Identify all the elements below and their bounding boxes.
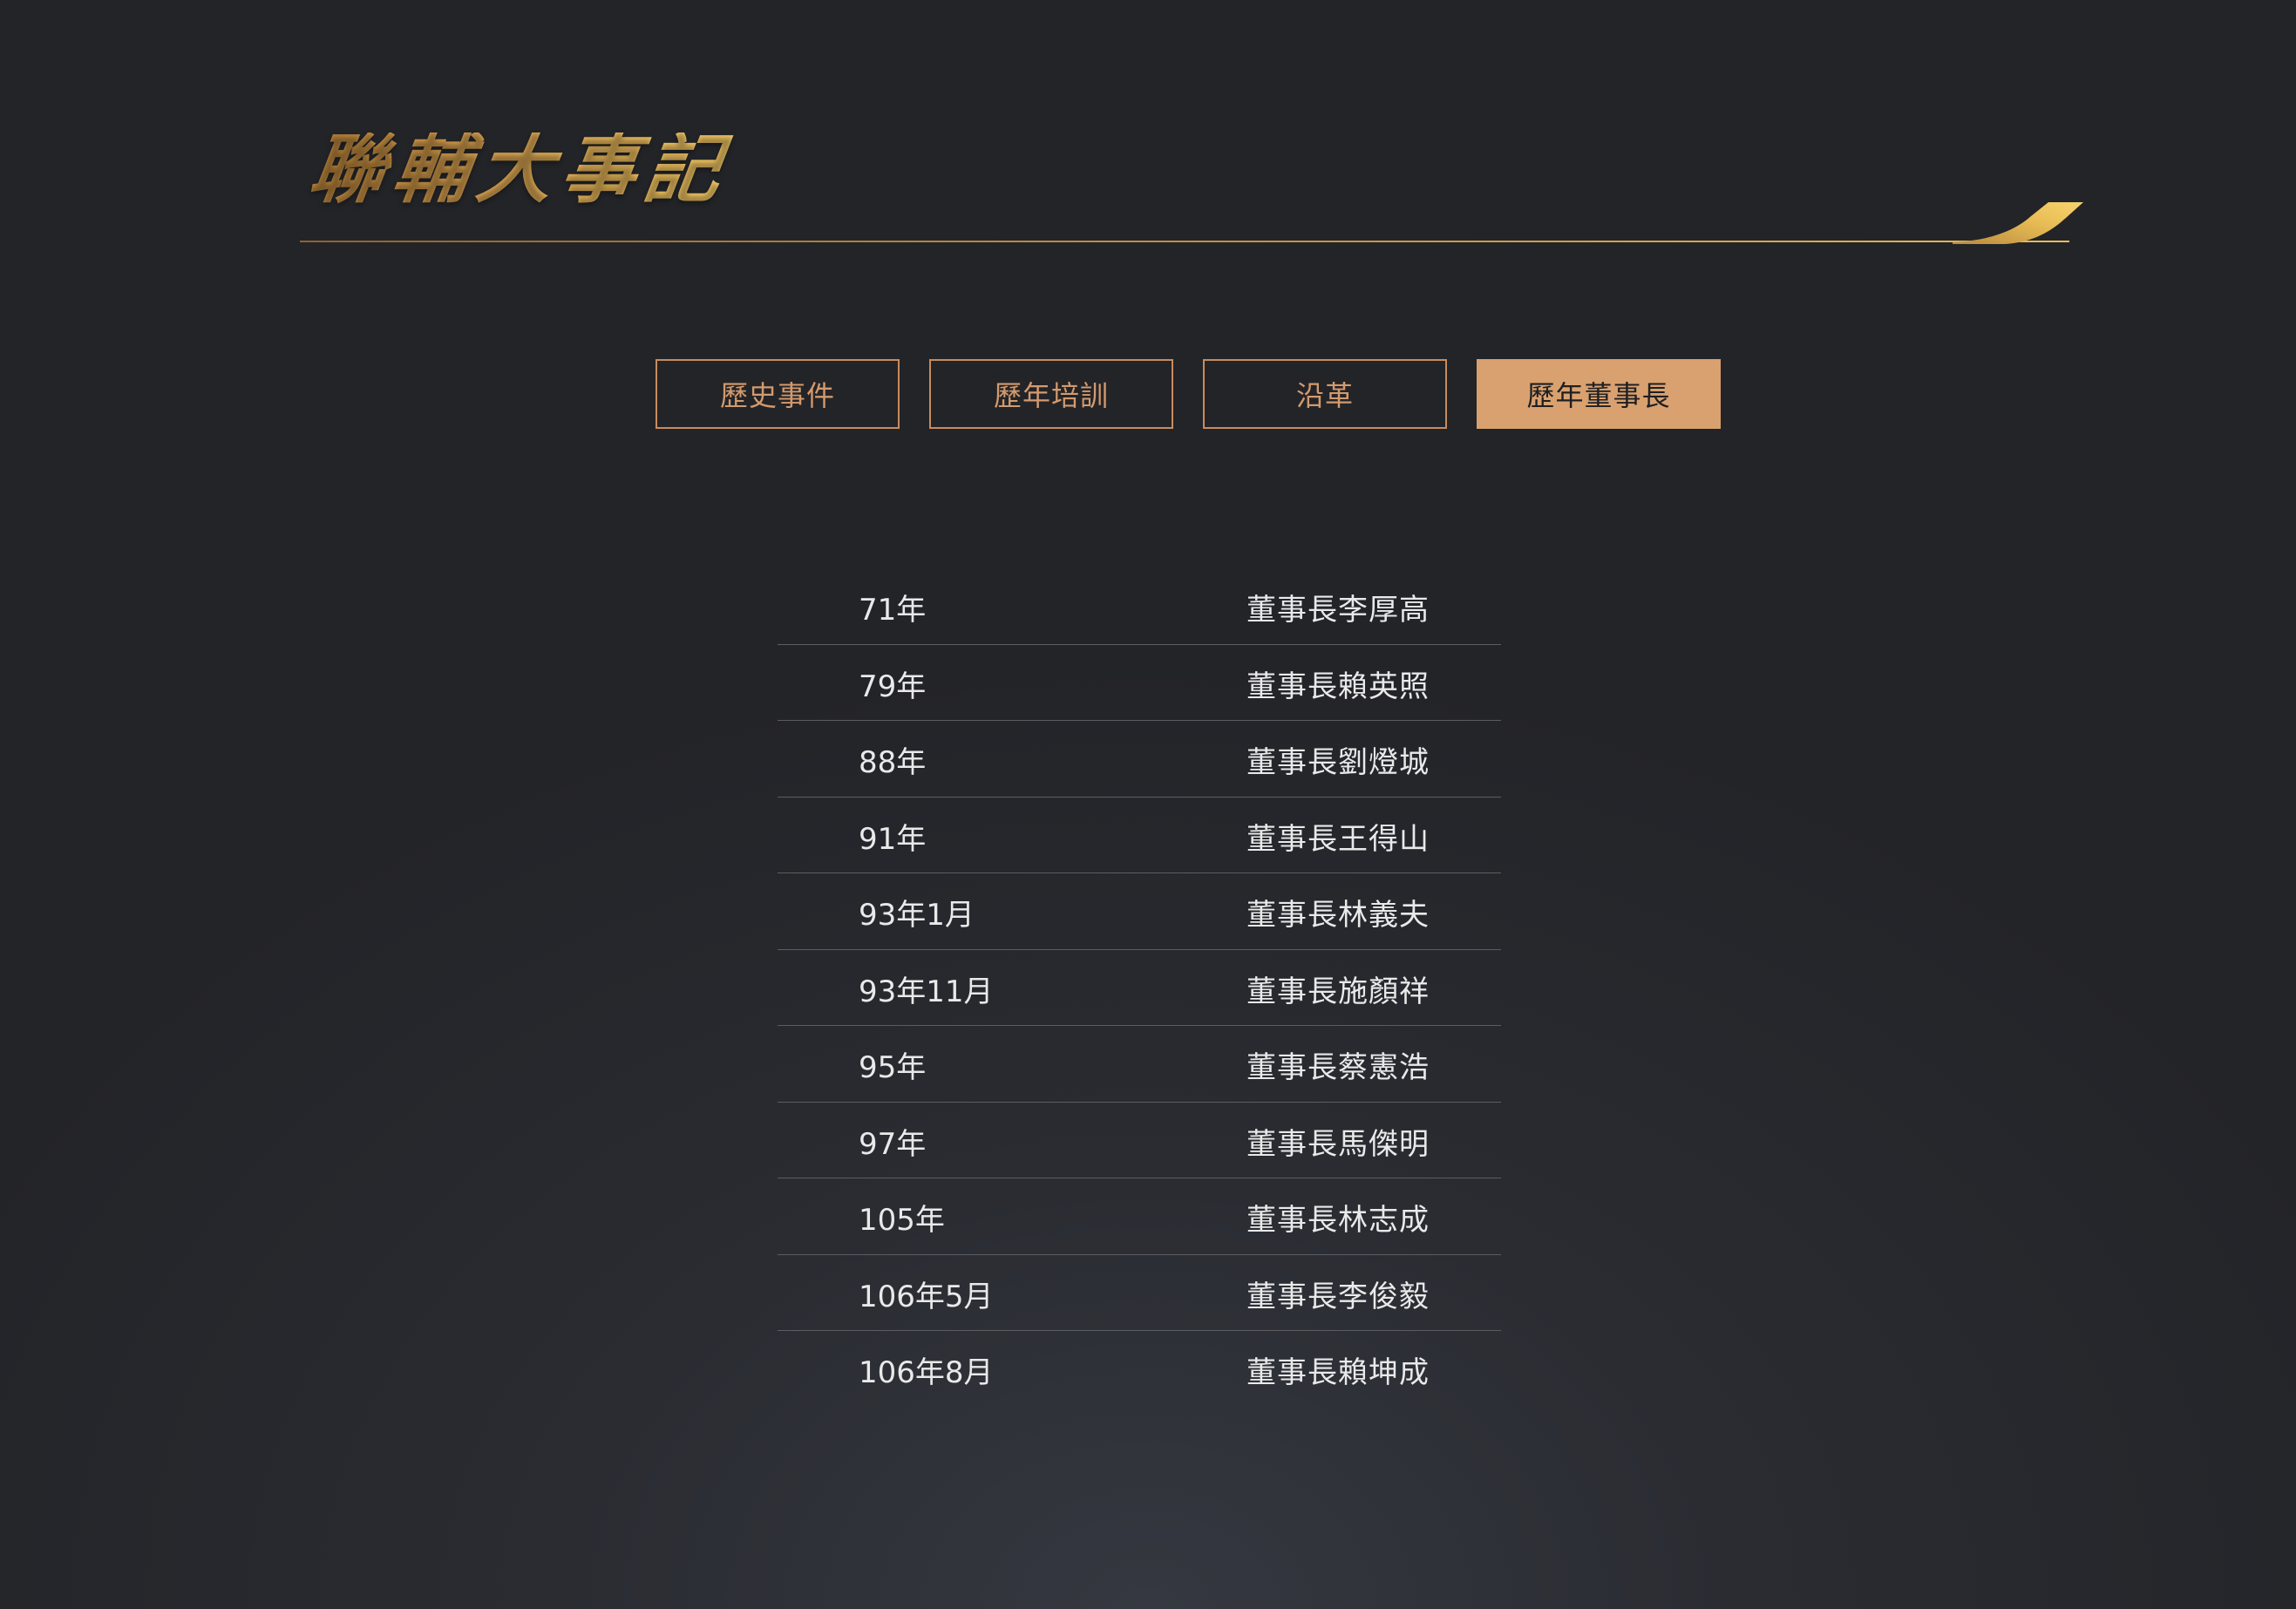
tab-annual-training[interactable]: 歷年培訓 [929, 359, 1173, 429]
chairman-name-cell: 董事長李厚高 [1246, 593, 1430, 628]
title-swoosh-decoration [1953, 202, 2083, 244]
chairman-name-cell: 董事長林志成 [1246, 1203, 1430, 1238]
table-row: 95年 董事長蔡憲浩 [778, 1026, 1501, 1103]
page-title: 聯輔大事記 [303, 126, 736, 214]
chairmen-table: 71年 董事長李厚高 79年 董事長賴英照 88年 董事長劉燈城 91年 董事長… [778, 568, 1501, 1408]
table-row: 91年 董事長王得山 [778, 798, 1501, 873]
year-cell: 105年 [859, 1203, 945, 1238]
chairman-name-cell: 董事長賴坤成 [1246, 1355, 1430, 1390]
tab-past-chairmen[interactable]: 歷年董事長 [1477, 359, 1721, 429]
table-row: 79年 董事長賴英照 [778, 645, 1501, 721]
year-cell: 88年 [859, 745, 927, 780]
table-row: 106年8月 董事長賴坤成 [778, 1331, 1501, 1408]
tab-history-events[interactable]: 歷史事件 [656, 359, 900, 429]
table-row: 106年5月 董事長李俊毅 [778, 1255, 1501, 1331]
title-underline [300, 241, 2069, 242]
table-row: 88年 董事長劉燈城 [778, 721, 1501, 798]
table-row: 93年1月 董事長林義夫 [778, 873, 1501, 950]
chairman-name-cell: 董事長馬傑明 [1246, 1126, 1430, 1162]
chairman-name-cell: 董事長劉燈城 [1246, 745, 1430, 780]
chairman-name-cell: 董事長蔡憲浩 [1246, 1050, 1430, 1085]
chairman-name-cell: 董事長施顏祥 [1246, 974, 1430, 1009]
chairman-name-cell: 董事長王得山 [1246, 821, 1430, 857]
year-cell: 106年8月 [859, 1355, 994, 1390]
year-cell: 106年5月 [859, 1279, 994, 1314]
year-cell: 91年 [859, 821, 927, 857]
table-row: 71年 董事長李厚高 [778, 568, 1501, 645]
category-tabs: 歷史事件 歷年培訓 沿革 歷年董事長 [656, 359, 1721, 429]
chairman-name-cell: 董事長林義夫 [1246, 898, 1430, 933]
year-cell: 93年1月 [859, 898, 975, 933]
chairman-name-cell: 董事長賴英照 [1246, 669, 1430, 704]
year-cell: 95年 [859, 1050, 927, 1085]
table-row: 105年 董事長林志成 [778, 1178, 1501, 1255]
tab-evolution[interactable]: 沿革 [1203, 359, 1447, 429]
year-cell: 97年 [859, 1126, 927, 1162]
year-cell: 71年 [859, 593, 927, 628]
year-cell: 93年11月 [859, 974, 994, 1009]
table-row: 93年11月 董事長施顏祥 [778, 950, 1501, 1026]
chairman-name-cell: 董事長李俊毅 [1246, 1279, 1430, 1314]
table-row: 97年 董事長馬傑明 [778, 1103, 1501, 1178]
year-cell: 79年 [859, 669, 927, 704]
